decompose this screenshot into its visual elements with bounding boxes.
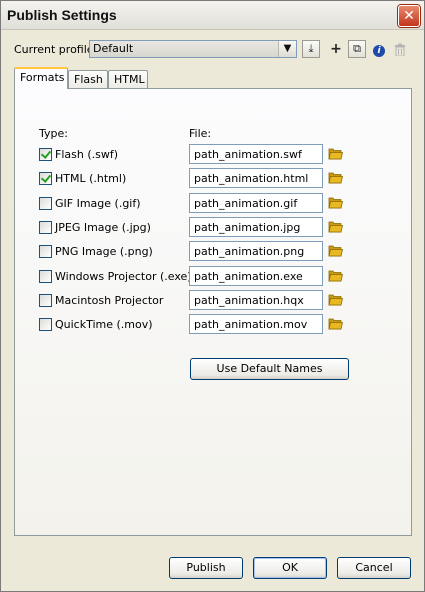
duplicate-profile-button[interactable]: ⧉ xyxy=(348,40,366,58)
chevron-down-icon[interactable]: ▼ xyxy=(278,41,296,57)
folder-icon[interactable] xyxy=(328,171,343,184)
current-profile-value: Default xyxy=(90,41,278,57)
delete-profile-icon xyxy=(395,43,405,57)
close-button[interactable]: ✕ xyxy=(398,5,420,27)
format-filename-input[interactable] xyxy=(189,241,323,261)
format-checkbox[interactable] xyxy=(39,294,52,307)
duplicate-profile-icon: ⧉ xyxy=(353,42,361,55)
format-filename-input[interactable] xyxy=(189,168,323,188)
window-title: Publish Settings xyxy=(7,7,117,23)
profile-info-button[interactable]: i xyxy=(370,40,388,58)
format-label: PNG Image (.png) xyxy=(55,245,153,258)
format-filename-input[interactable] xyxy=(189,290,323,310)
file-column-header: File: xyxy=(189,127,212,140)
format-filename-input[interactable] xyxy=(189,193,323,213)
format-label: HTML (.html) xyxy=(55,172,127,185)
current-profile-dropdown[interactable]: Default ▼ xyxy=(89,40,297,58)
format-checkbox[interactable] xyxy=(39,270,52,283)
tab-flash[interactable]: Flash xyxy=(68,70,108,88)
format-checkbox[interactable] xyxy=(39,221,52,234)
tab-formats[interactable]: Formats xyxy=(14,67,68,89)
format-label: Windows Projector (.exe) xyxy=(55,270,192,283)
import-export-icon: ⤓ xyxy=(308,42,314,55)
format-label: GIF Image (.gif) xyxy=(55,197,141,210)
format-checkbox[interactable] xyxy=(39,172,52,185)
delete-profile-button[interactable] xyxy=(391,40,409,58)
add-profile-icon: + xyxy=(330,41,342,57)
format-label: Flash (.swf) xyxy=(55,148,119,161)
publish-button[interactable]: Publish xyxy=(169,557,243,579)
add-profile-button[interactable]: + xyxy=(327,40,345,58)
folder-icon[interactable] xyxy=(328,196,343,209)
current-profile-label: Current profile: xyxy=(14,43,98,56)
type-column-header: Type: xyxy=(39,127,68,140)
format-checkbox[interactable] xyxy=(39,318,52,331)
close-icon: ✕ xyxy=(403,8,415,24)
use-default-names-button[interactable]: Use Default Names xyxy=(190,358,349,380)
format-filename-input[interactable] xyxy=(189,217,323,237)
format-checkbox[interactable] xyxy=(39,245,52,258)
folder-icon[interactable] xyxy=(328,147,343,160)
format-filename-input[interactable] xyxy=(189,314,323,334)
tab-html[interactable]: HTML xyxy=(108,70,148,88)
folder-icon[interactable] xyxy=(328,244,343,257)
profile-info-icon: i xyxy=(373,45,385,57)
folder-icon[interactable] xyxy=(328,269,343,282)
format-filename-input[interactable] xyxy=(189,266,323,286)
format-label: Macintosh Projector xyxy=(55,294,164,307)
format-label: QuickTime (.mov) xyxy=(55,318,153,331)
import-export-profile-button[interactable]: ⤓ xyxy=(302,40,320,58)
format-label: JPEG Image (.jpg) xyxy=(55,221,151,234)
format-filename-input[interactable] xyxy=(189,144,323,164)
format-checkbox[interactable] xyxy=(39,148,52,161)
folder-icon[interactable] xyxy=(328,317,343,330)
ok-button[interactable]: OK xyxy=(253,557,327,579)
folder-icon[interactable] xyxy=(328,220,343,233)
format-checkbox[interactable] xyxy=(39,197,52,210)
publish-settings-dialog: Publish Settings ✕ Current profile: Defa… xyxy=(0,0,425,592)
title-bar: Publish Settings ✕ xyxy=(1,1,424,30)
folder-icon[interactable] xyxy=(328,293,343,306)
cancel-button[interactable]: Cancel xyxy=(337,557,411,579)
